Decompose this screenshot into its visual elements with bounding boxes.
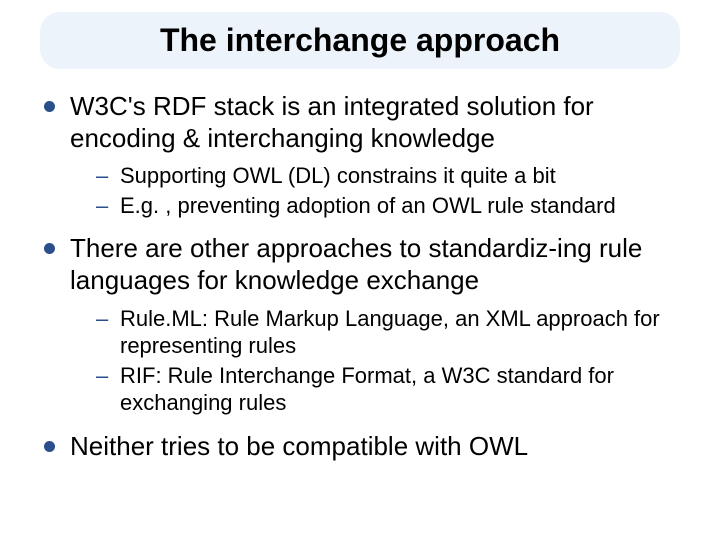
bullet-item: Neither tries to be compatible with OWL [40, 431, 690, 463]
slide: The interchange approach W3C's RDF stack… [0, 0, 720, 540]
sub-item: E.g. , preventing adoption of an OWL rul… [96, 192, 690, 220]
bullet-text: Neither tries to be compatible with OWL [70, 431, 528, 461]
sub-list: Rule.ML: Rule Markup Language, an XML ap… [70, 305, 690, 417]
sub-item: Supporting OWL (DL) constrains it quite … [96, 162, 690, 190]
bullet-item: There are other approaches to standardiz… [40, 233, 690, 416]
bullet-list: W3C's RDF stack is an integrated solutio… [30, 91, 690, 463]
sub-item: RIF: Rule Interchange Format, a W3C stan… [96, 362, 690, 417]
bullet-item: W3C's RDF stack is an integrated solutio… [40, 91, 690, 219]
sub-list: Supporting OWL (DL) constrains it quite … [70, 162, 690, 219]
sub-item: Rule.ML: Rule Markup Language, an XML ap… [96, 305, 690, 360]
bullet-text: W3C's RDF stack is an integrated solutio… [70, 91, 594, 153]
bullet-text: There are other approaches to standardiz… [70, 233, 642, 295]
slide-title: The interchange approach [60, 22, 660, 59]
title-box: The interchange approach [40, 12, 680, 69]
